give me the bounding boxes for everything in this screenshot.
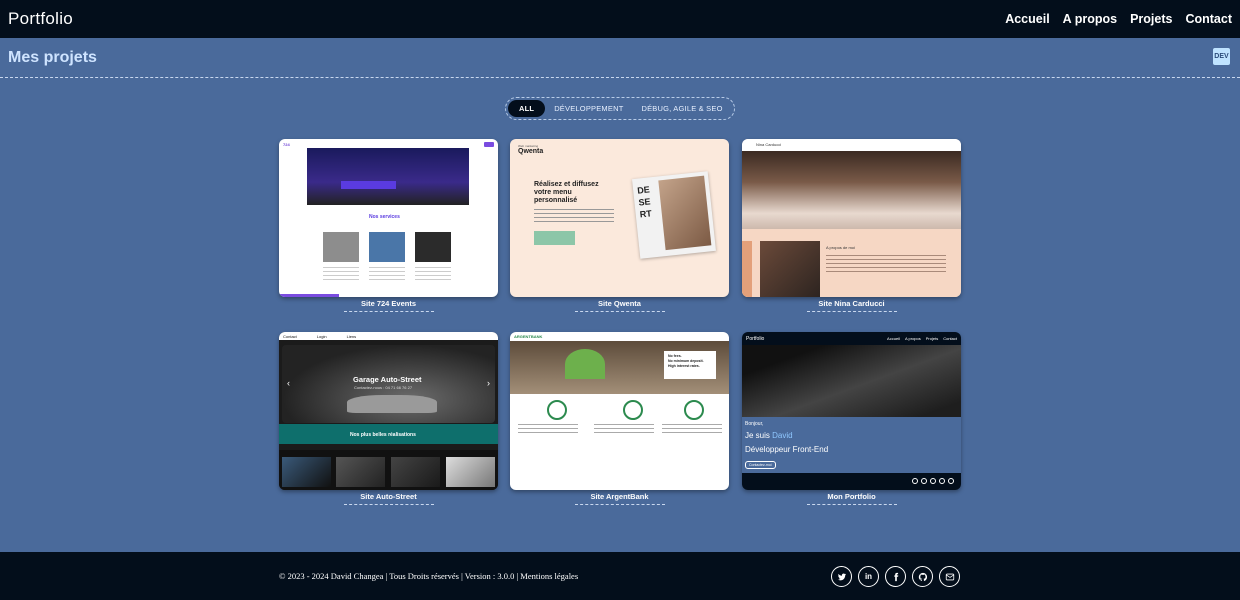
- project-caption[interactable]: Site Nina Carducci: [742, 299, 961, 308]
- mini-section-title: Nos plus belles réalisations: [350, 432, 416, 438]
- mini-navbar: Portfolio Accueil A propos Projets Conta…: [742, 332, 961, 345]
- linkedin-icon[interactable]: in: [858, 566, 879, 587]
- mini-nav-a-propos: A propos: [904, 336, 921, 341]
- hero-line-2: No minimum deposit.: [668, 359, 704, 363]
- footer-copyright[interactable]: © 2023 - 2024 David Changea | Tous Droit…: [279, 571, 578, 581]
- cta-button: [534, 231, 575, 245]
- project-caption[interactable]: Mon Portfolio: [742, 492, 961, 501]
- project-card-argentbank[interactable]: ARGENTBANK No fees. No minimum deposit. …: [510, 332, 729, 505]
- hero-title: Garage Auto-Street: [353, 375, 422, 384]
- hero-line-3: High interest rates.: [668, 364, 700, 368]
- caption-underline: [806, 311, 897, 312]
- hero-cta: Contactez-moi: [745, 461, 776, 469]
- github-icon[interactable]: [912, 566, 933, 587]
- mini-nav-liens: Liens: [346, 333, 357, 339]
- caption-underline: [574, 504, 665, 505]
- facebook-icon[interactable]: [885, 566, 906, 587]
- project-caption[interactable]: Site 724 Events: [279, 299, 498, 308]
- mini-nav-contact: Contact: [943, 336, 957, 341]
- hero-image: [742, 345, 961, 417]
- main-nav: Accueil A propos Projets Contact: [1005, 12, 1232, 26]
- hero-headline-line-3: personnalisé: [534, 197, 578, 204]
- dev-badge[interactable]: DEV: [1213, 48, 1230, 65]
- project-thumbnail[interactable]: Nina Carducci A propos de moi: [742, 139, 961, 297]
- project-caption[interactable]: Site ArgentBank: [510, 492, 729, 501]
- menu-photo-text: DE SE RT: [636, 184, 653, 220]
- mini-section-title: Nos services: [369, 214, 400, 220]
- brand-logo[interactable]: Portfolio: [8, 9, 73, 29]
- twitter-icon[interactable]: [831, 566, 852, 587]
- caption-underline: [343, 311, 434, 312]
- hero-headline-line-2: votre menu: [534, 189, 572, 196]
- top-navbar: Portfolio Accueil A propos Projets Conta…: [0, 0, 1240, 38]
- projects-section-header: Mes projets DEV: [0, 38, 1240, 78]
- hero-name: David: [772, 431, 793, 440]
- social-links: in: [831, 566, 960, 587]
- project-caption[interactable]: Site Auto-Street: [279, 492, 498, 501]
- mini-nav-contact: Contact: [283, 333, 297, 339]
- project-card-nina-carducci[interactable]: Nina Carducci A propos de moi Site Nina …: [742, 139, 961, 312]
- mini-nav-login: Login: [316, 333, 327, 339]
- project-card-auto-street[interactable]: Contact Login Liens Garage Auto-Street C…: [279, 332, 498, 505]
- site-footer: © 2023 - 2024 David Changea | Tous Droit…: [0, 552, 1240, 600]
- hero-subtitle: Contactez-nous : 04 71 66 76 27: [354, 385, 413, 390]
- mini-logo: ARGENTBANK: [514, 334, 543, 339]
- hero-role: Développeur Front-End: [745, 445, 829, 454]
- hero-headline-line-1: Réalisez et diffusez: [534, 181, 599, 188]
- filter-developpement[interactable]: DÉVELOPPEMENT: [545, 100, 632, 117]
- project-thumbnail[interactable]: Portfolio Accueil A propos Projets Conta…: [742, 332, 961, 490]
- project-thumbnail[interactable]: 724 Nos services: [279, 139, 498, 297]
- page-title: Mes projets: [8, 49, 97, 66]
- filter-debug-agile-seo[interactable]: DÉBUG, AGILE & SEO: [632, 100, 731, 117]
- mini-logo: Nina Carducci: [756, 142, 782, 147]
- hero-intro: Je suis David: [745, 431, 793, 440]
- hero-image: [742, 151, 961, 229]
- nav-link-accueil[interactable]: Accueil: [1005, 12, 1049, 26]
- project-thumbnail[interactable]: Contact Login Liens Garage Auto-Street C…: [279, 332, 498, 490]
- caption-underline: [574, 311, 665, 312]
- mini-nav-projets: Projets: [925, 336, 939, 341]
- nav-link-contact[interactable]: Contact: [1185, 12, 1232, 26]
- project-caption[interactable]: Site Qwenta: [510, 299, 729, 308]
- project-card-qwenta[interactable]: Web marketing Qwenta Réalisez et diffuse…: [510, 139, 729, 312]
- nav-link-projets[interactable]: Projets: [1130, 12, 1172, 26]
- mini-logo: Portfolio: [746, 335, 765, 342]
- nav-link-a-propos[interactable]: A propos: [1063, 12, 1117, 26]
- project-thumbnail[interactable]: ARGENTBANK No fees. No minimum deposit. …: [510, 332, 729, 490]
- mini-nav-accueil: Accueil: [887, 336, 900, 341]
- mail-icon[interactable]: [939, 566, 960, 587]
- hero-image: [307, 148, 469, 205]
- hero-greeting: Bonjour,: [745, 421, 764, 427]
- caption-underline: [343, 504, 434, 505]
- project-thumbnail[interactable]: Web marketing Qwenta Réalisez et diffuse…: [510, 139, 729, 297]
- filter-all[interactable]: ALL: [508, 100, 546, 117]
- hero-image: No fees. No minimum deposit. High intere…: [510, 341, 729, 394]
- project-card-mon-portfolio[interactable]: Portfolio Accueil A propos Projets Conta…: [742, 332, 961, 505]
- hero-intro-text: Je suis: [745, 431, 770, 440]
- project-filter: ALL DÉVELOPPEMENT DÉBUG, AGILE & SEO: [505, 97, 735, 120]
- mini-logo: Qwenta: [518, 148, 544, 155]
- mini-navbar: Contact Login Liens: [279, 332, 498, 340]
- hero-carousel: Garage Auto-Street Contactez-nous : 04 7…: [282, 345, 495, 423]
- mini-about-title: A propos de moi: [826, 245, 855, 250]
- project-card-724-events[interactable]: 724 Nos services Site 724 Events: [279, 139, 498, 312]
- mini-logo: 724: [283, 141, 290, 147]
- menu-photo: DE SE RT: [632, 171, 716, 259]
- caption-underline: [806, 504, 897, 505]
- portrait-image: [760, 241, 820, 297]
- hero-line-1: No fees.: [668, 354, 682, 358]
